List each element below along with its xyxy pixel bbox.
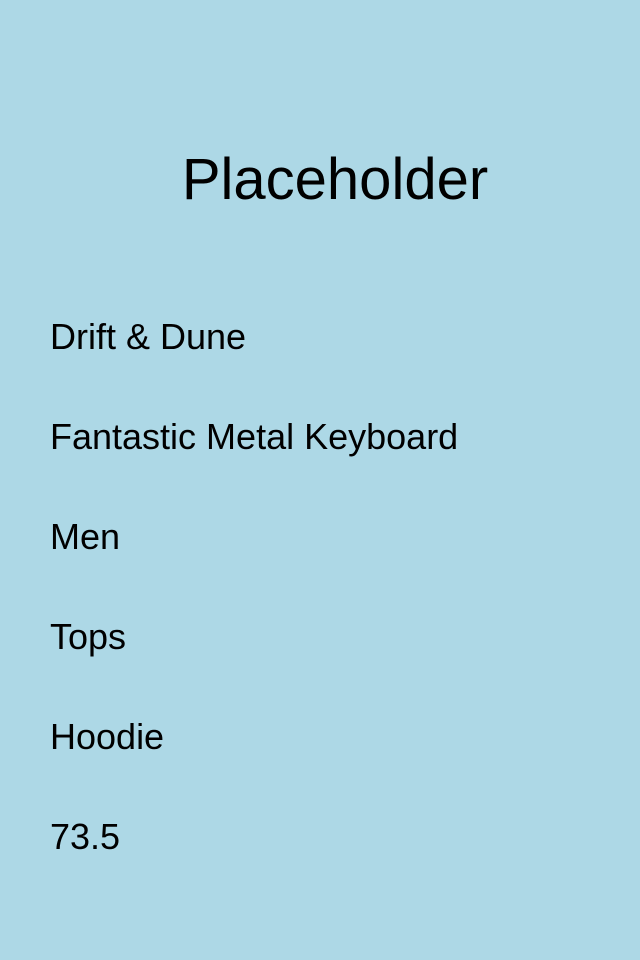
product-name: Fantastic Metal Keyboard <box>50 416 459 457</box>
product-category: Tops <box>50 616 127 657</box>
page-title: Placeholder <box>181 147 489 212</box>
product-details-list: Drift & Dune Fantastic Metal Keyboard Me… <box>50 310 458 910</box>
product-gender: Men <box>50 516 121 557</box>
product-brand: Drift & Dune <box>50 316 247 357</box>
product-subcategory: Hoodie <box>50 716 165 757</box>
product-price: 73.5 <box>50 816 121 857</box>
